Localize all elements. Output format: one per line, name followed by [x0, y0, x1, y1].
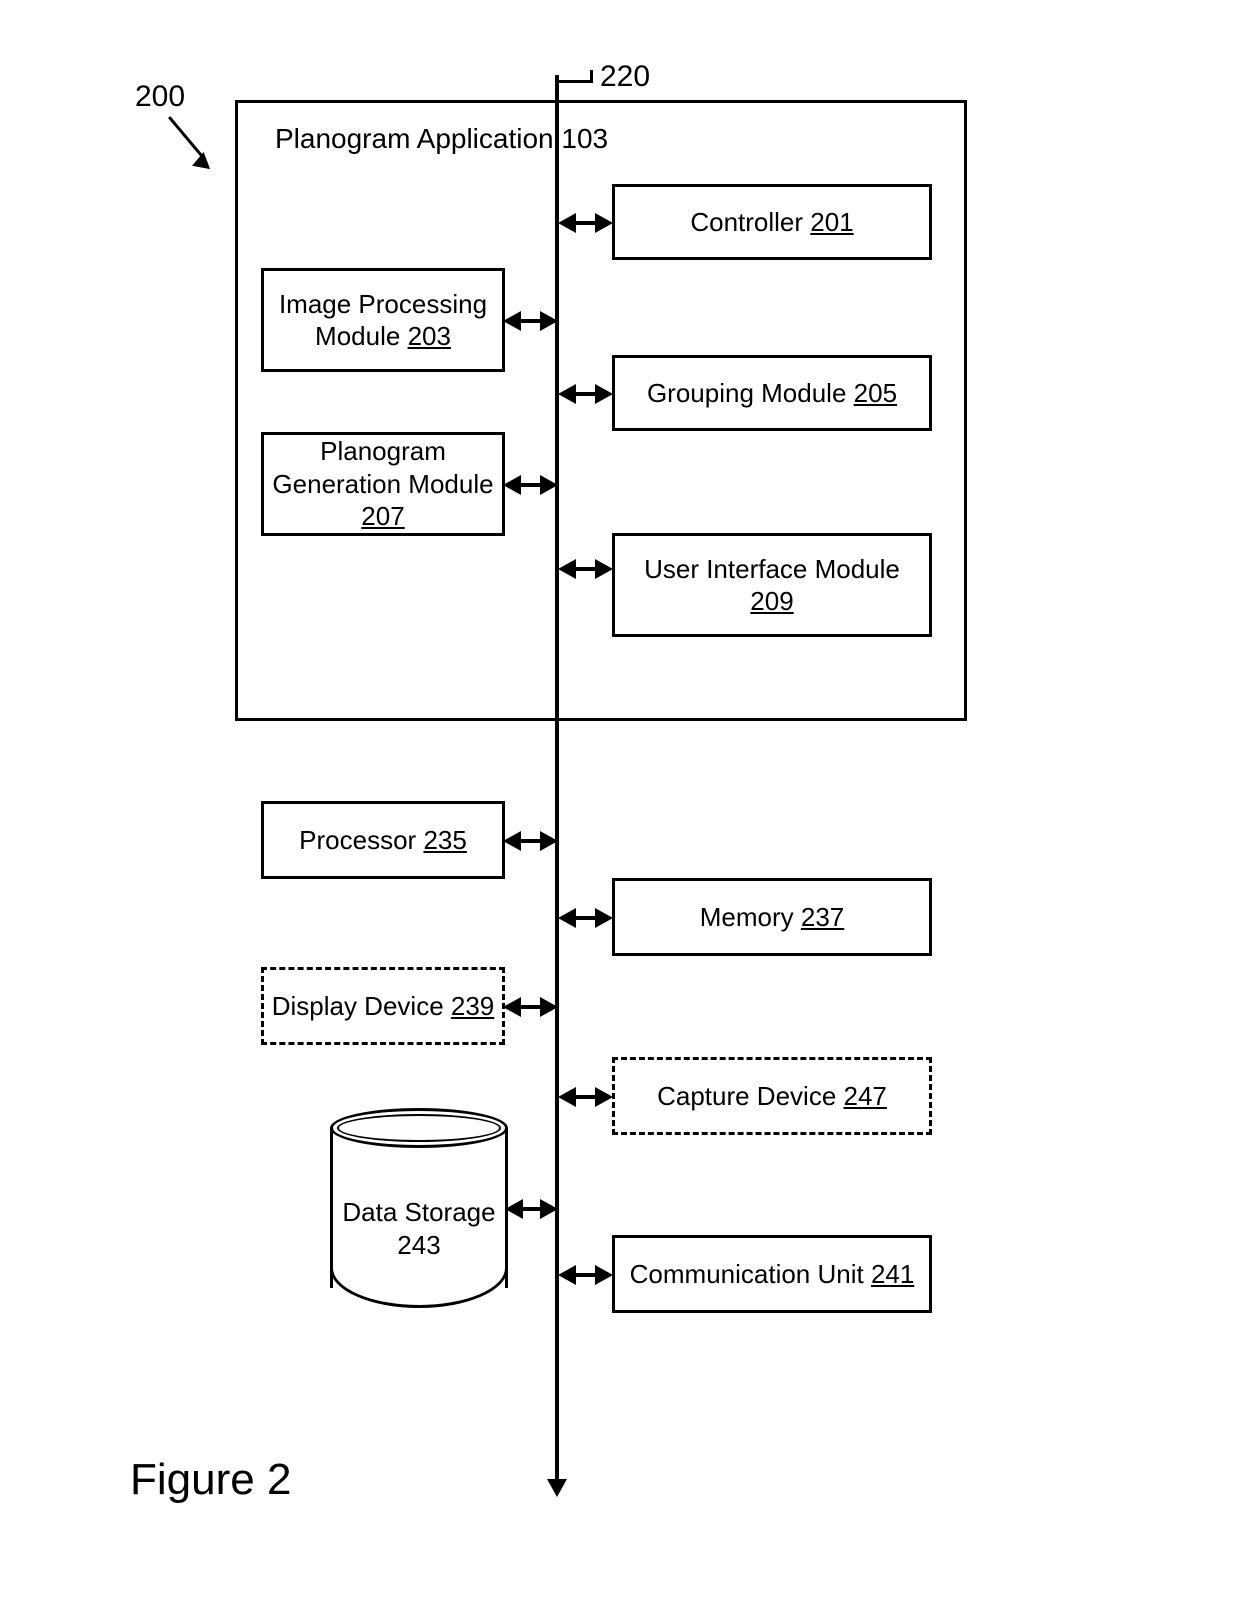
memory-arrow-left [558, 908, 576, 928]
processor-label: Processor [299, 825, 416, 855]
plangen-arrow-left [503, 475, 521, 495]
capture-arrow-left [558, 1087, 576, 1107]
display-device-label: Display Device [272, 991, 444, 1021]
data-storage-label: Data Storage [342, 1197, 495, 1227]
improc-arrow-right [540, 311, 558, 331]
display-arrow-right [540, 997, 558, 1017]
improc-conn [518, 319, 542, 323]
ui-module-label: User Interface Module [644, 554, 900, 584]
capture-device-box: Capture Device 247 [612, 1057, 932, 1135]
controller-arrow-right [595, 213, 613, 233]
grouping-num: 205 [854, 378, 897, 408]
controller-num: 201 [810, 207, 853, 237]
memory-num: 237 [801, 902, 844, 932]
image-processing-num: 203 [408, 321, 451, 351]
memory-label: Memory [700, 902, 794, 932]
capture-device-label: Capture Device [657, 1081, 836, 1111]
display-conn [518, 1005, 542, 1009]
memory-box: Memory 237 [612, 878, 932, 956]
improc-arrow-left [503, 311, 521, 331]
plangen-arrow-right [540, 475, 558, 495]
comm-arrow-right [595, 1265, 613, 1285]
grouping-box: Grouping Module 205 [612, 355, 932, 431]
storage-arrow-left [505, 1199, 523, 1219]
planogram-generation-label: Planogram Generation Module [272, 436, 493, 499]
processor-conn [518, 839, 542, 843]
uimod-arrow-right [595, 559, 613, 579]
plangen-conn [518, 483, 542, 487]
grouping-arrow-right [595, 384, 613, 404]
storage-conn [520, 1207, 542, 1211]
communication-unit-label: Communication Unit [630, 1259, 864, 1289]
ref-200-arrowhead [192, 152, 216, 176]
communication-unit-box: Communication Unit 241 [612, 1235, 932, 1313]
communication-unit-num: 241 [871, 1259, 914, 1289]
grouping-arrow-left [558, 384, 576, 404]
ui-module-box: User Interface Module209 [612, 533, 932, 637]
planogram-generation-num: 207 [361, 501, 404, 531]
ref-200: 200 [135, 80, 185, 114]
processor-arrow-left [503, 831, 521, 851]
storage-arrow-right [540, 1199, 558, 1219]
diagram-stage: 200 220 Planogram Application 103 Contro… [0, 0, 1240, 1597]
display-arrow-left [503, 997, 521, 1017]
capture-arrow-right [595, 1087, 613, 1107]
memory-arrow-right [595, 908, 613, 928]
capture-device-num: 247 [844, 1081, 887, 1111]
display-device-num: 239 [451, 991, 494, 1021]
figure-caption: Figure 2 [130, 1455, 291, 1505]
image-processing-box: Image Processing Module 203 [261, 268, 505, 372]
grouping-label: Grouping Module [647, 378, 846, 408]
ref-220-lead-v [590, 70, 593, 83]
comm-arrow-left [558, 1265, 576, 1285]
controller-arrow-left [558, 213, 576, 233]
processor-box: Processor 235 [261, 801, 505, 879]
controller-label: Controller [690, 207, 803, 237]
planogram-application-num: 103 [561, 123, 608, 154]
ref-220-lead-h [557, 80, 590, 83]
data-storage-cylinder: Data Storage 243 [330, 1108, 508, 1308]
controller-box: Controller 201 [612, 184, 932, 260]
data-storage-num: 243 [397, 1230, 440, 1260]
display-device-box: Display Device 239 [261, 967, 505, 1045]
planogram-application-label: Planogram Application [275, 123, 554, 154]
ui-module-num: 209 [750, 586, 793, 616]
planogram-application-title: Planogram Application 103 [275, 123, 608, 155]
image-processing-label: Image Processing Module [279, 289, 487, 352]
planogram-generation-box: Planogram Generation Module 207 [261, 432, 505, 536]
uimod-arrow-left [558, 559, 576, 579]
processor-arrow-right [540, 831, 558, 851]
ref-220: 220 [600, 60, 650, 94]
processor-num: 235 [423, 825, 466, 855]
bus-arrow-down [547, 1479, 567, 1497]
